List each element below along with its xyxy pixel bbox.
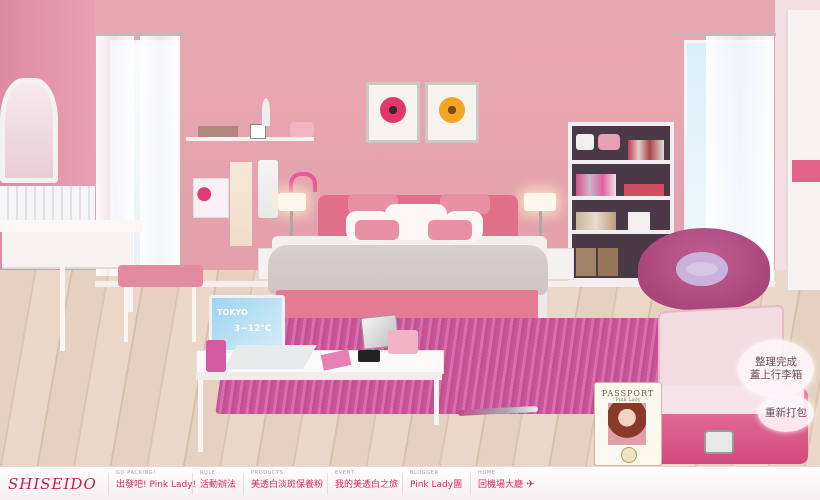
nav-small-label: RULE bbox=[200, 470, 216, 476]
hanging-headphones bbox=[289, 172, 317, 192]
repack-button[interactable]: 重新打包 bbox=[758, 394, 814, 432]
photo-frame bbox=[250, 124, 266, 139]
nav-go-packing[interactable]: GO PACKING! 出發吧! Pink Lady! bbox=[116, 470, 196, 490]
passport-stamp-icon bbox=[621, 447, 637, 463]
weather-city: TOKYO bbox=[217, 308, 248, 317]
cushion bbox=[355, 220, 399, 240]
finish-packing-button[interactable]: 整理完成 蓋上行李箱 bbox=[738, 340, 814, 398]
shiseido-logo[interactable]: SHISEIDO bbox=[8, 475, 97, 493]
nav-label: 我的美透白之旅 bbox=[335, 480, 399, 490]
nav-small-label: BLOGGER bbox=[410, 470, 439, 476]
nav-event[interactable]: EVENT 我的美透白之旅 bbox=[335, 470, 398, 490]
coffee-table-front bbox=[196, 372, 442, 380]
weather-temp: 3~12°C bbox=[234, 324, 272, 334]
table-leg bbox=[434, 380, 439, 425]
nav-divider bbox=[402, 473, 403, 495]
nav-rule[interactable]: RULE 活動辦法 bbox=[200, 470, 236, 490]
hanging-scarf-white bbox=[258, 160, 278, 218]
nav-label: 活動辦法 bbox=[200, 480, 237, 490]
lock-icon bbox=[704, 430, 734, 454]
nav-blogger[interactable]: BLOGGER Pink Lady團 bbox=[410, 470, 462, 490]
camera bbox=[290, 122, 314, 137]
laptop-keyboard bbox=[223, 345, 317, 369]
nav-small-label: EVENT bbox=[335, 470, 355, 476]
nav-label: 美透白淡斑保養粉 bbox=[251, 480, 324, 490]
game-stage: TOKYO 3~12°C PASSPORT Pink Lady 整理完成 蓋上行… bbox=[0, 0, 820, 500]
vanity-drawer bbox=[2, 232, 132, 269]
music-player[interactable] bbox=[206, 340, 226, 372]
shelf-books bbox=[198, 126, 238, 137]
neck-pillow[interactable] bbox=[676, 252, 728, 286]
nav-divider bbox=[470, 473, 471, 495]
nav-divider bbox=[108, 473, 109, 495]
lamp-left bbox=[278, 193, 306, 211]
wardrobe-stripe bbox=[792, 160, 820, 182]
vanity-leg bbox=[60, 266, 65, 351]
bench-leg bbox=[192, 287, 196, 342]
vanity-table bbox=[0, 220, 143, 232]
vanity-mirror bbox=[0, 78, 58, 183]
nav-label: 回機場大廳 bbox=[478, 480, 524, 490]
nav-divider bbox=[243, 473, 244, 495]
nav-label: Pink Lady團 bbox=[410, 480, 463, 490]
cosmetic-bottles bbox=[0, 186, 95, 220]
cushion bbox=[428, 220, 472, 240]
nav-home[interactable]: HOME 回機場大廳 ✈ bbox=[478, 470, 534, 490]
phone[interactable] bbox=[358, 350, 380, 362]
lamp-right bbox=[524, 193, 556, 211]
hanging-bag bbox=[193, 178, 229, 218]
nav-label: 出發吧! Pink Lady! bbox=[116, 480, 197, 490]
curtain-left-b bbox=[140, 36, 180, 276]
table-leg bbox=[198, 380, 203, 452]
flower-frame-pink bbox=[366, 82, 420, 143]
flower-frame-orange bbox=[425, 82, 479, 143]
nav-small-label: HOME bbox=[478, 470, 496, 476]
airplane-icon: ✈ bbox=[526, 479, 535, 490]
wardrobe bbox=[786, 10, 820, 290]
passport[interactable]: PASSPORT Pink Lady bbox=[594, 382, 662, 466]
hanging-scarf bbox=[230, 162, 252, 246]
pink-wallet[interactable] bbox=[388, 330, 418, 354]
nav-products[interactable]: PRODUCTS 美透白淡斑保養粉 bbox=[251, 470, 323, 490]
bed-blanket bbox=[268, 245, 548, 295]
nav-small-label: PRODUCTS bbox=[251, 470, 284, 476]
nav-small-label: GO PACKING! bbox=[116, 470, 156, 476]
passport-photo bbox=[608, 403, 646, 445]
nav-divider bbox=[192, 473, 193, 495]
vase bbox=[262, 98, 270, 126]
pink-bench bbox=[118, 265, 203, 287]
nav-divider bbox=[327, 473, 328, 495]
bench-leg bbox=[124, 287, 128, 342]
